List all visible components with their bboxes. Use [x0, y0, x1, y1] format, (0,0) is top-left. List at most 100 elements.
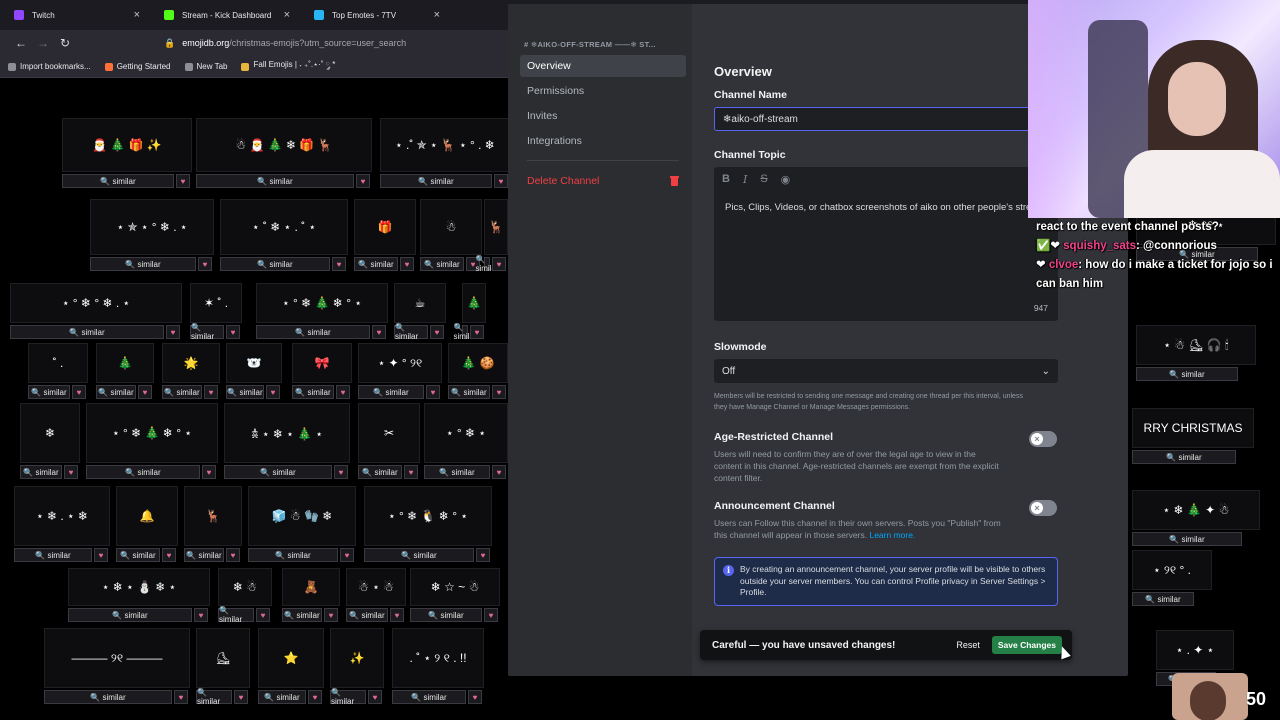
tab-twitch[interactable]: Twitch ×: [0, 0, 150, 30]
favorite-heart-icon[interactable]: ♥: [340, 548, 354, 562]
similar-button[interactable]: 🔍 similar: [424, 465, 490, 479]
emoji-card[interactable]: ⋆ ˚ ❄ ⋆ . ˚ ⋆: [220, 199, 348, 255]
emoji-card[interactable]: ❄ ☆ ~ ☃: [410, 568, 500, 606]
forward-icon[interactable]: →: [32, 36, 54, 50]
similar-button[interactable]: 🔍 similar: [90, 257, 196, 271]
similar-button[interactable]: 🔍 similar: [218, 606, 254, 624]
similar-button[interactable]: 🔍 similar: [475, 255, 498, 273]
emoji-card[interactable]: ⋆ ° ❄ ° ❄ . ⋆: [10, 283, 182, 323]
emoji-card[interactable]: 🌟: [162, 343, 220, 383]
favorite-heart-icon[interactable]: ♥: [334, 465, 348, 479]
emoji-card[interactable]: ☃: [420, 199, 482, 255]
emoji-card[interactable]: 🦌: [184, 486, 242, 546]
similar-button[interactable]: 🔍 similar: [380, 174, 492, 188]
sidebar-item-invites[interactable]: Invites: [520, 105, 686, 127]
similar-button[interactable]: 🔍 similar: [258, 690, 306, 704]
emoji-card[interactable]: 🎄: [462, 283, 486, 323]
emoji-card[interactable]: 🧊 ☃ 🧤 ❄: [248, 486, 356, 546]
italic-icon[interactable]: I: [743, 173, 747, 186]
similar-button[interactable]: 🔍 similar: [116, 548, 160, 562]
favorite-heart-icon[interactable]: ♥: [372, 325, 386, 339]
similar-button[interactable]: 🔍 similar: [226, 385, 264, 399]
similar-button[interactable]: 🔍 similar: [394, 323, 428, 341]
learn-more-link[interactable]: Learn more.: [869, 530, 915, 540]
favorite-heart-icon[interactable]: ♥: [308, 690, 322, 704]
similar-button[interactable]: 🔍 similar: [10, 325, 164, 339]
emoji-card[interactable]: 🎄: [96, 343, 154, 383]
favorite-heart-icon[interactable]: ♥: [324, 608, 338, 622]
sidebar-item-overview[interactable]: Overview: [520, 55, 686, 77]
favorite-heart-icon[interactable]: ♥: [390, 608, 404, 622]
emoji-card[interactable]: ⋆ ° ❄ 🐧 ❄ ° ⋆: [364, 486, 492, 546]
similar-button[interactable]: 🔍 similar: [162, 385, 202, 399]
similar-button[interactable]: 🔍 similar: [448, 385, 490, 399]
emoji-card[interactable]: ✂: [358, 403, 420, 463]
emoji-card[interactable]: 🔔: [116, 486, 178, 546]
emoji-card[interactable]: 🧸: [282, 568, 340, 606]
tab-7tv[interactable]: Top Emotes - 7TV ×: [300, 0, 450, 30]
favorite-heart-icon[interactable]: ♥: [234, 690, 248, 704]
emoji-card[interactable]: ✶ ˚ .: [190, 283, 242, 323]
close-icon[interactable]: ×: [284, 9, 290, 21]
emoji-card[interactable]: ⋆ .˚ ✯ ⋆ 🦌 ⋆ ° . ❄: [380, 118, 510, 172]
emoji-card[interactable]: ☃ ⋆ ☃: [346, 568, 406, 606]
favorite-heart-icon[interactable]: ♥: [332, 257, 346, 271]
emoji-card[interactable]: ⋆ ❄ 🎄 ✦ ☃: [1132, 490, 1260, 530]
similar-button[interactable]: 🔍 similar: [224, 465, 332, 479]
emoji-card[interactable]: ⋆ ✯ ⋆ ° ❄ . ⋆: [90, 199, 214, 255]
emoji-card[interactable]: ✨: [330, 628, 384, 688]
bookmark-item[interactable]: Getting Started: [104, 62, 171, 71]
bookmark-item[interactable]: New Tab: [184, 62, 227, 71]
similar-button[interactable]: 🔍 similar: [410, 608, 482, 622]
favorite-heart-icon[interactable]: ♥: [470, 325, 484, 339]
emoji-card[interactable]: 🦌: [484, 199, 508, 255]
channel-name-input[interactable]: ❄aiko-off-stream: [714, 107, 1054, 131]
favorite-heart-icon[interactable]: ♥: [468, 690, 482, 704]
reset-button[interactable]: Reset: [956, 640, 980, 650]
slowmode-select[interactable]: Off ⌄: [714, 359, 1058, 383]
strikethrough-icon[interactable]: S: [760, 173, 767, 186]
emoji-card[interactable]: 𖠋 ⋆ ❄ ⋆ 🎄 ⋆: [224, 403, 350, 463]
emoji-card[interactable]: ⋆ ° ❄ 🎄 ❄ ° ⋆: [86, 403, 218, 463]
similar-button[interactable]: 🔍 similar: [453, 323, 476, 341]
favorite-heart-icon[interactable]: ♥: [64, 465, 78, 479]
favorite-heart-icon[interactable]: ♥: [138, 385, 152, 399]
emoji-card[interactable]: ❄ ☃: [218, 568, 272, 606]
similar-button[interactable]: 🔍 similar: [1132, 532, 1242, 546]
similar-button[interactable]: 🔍 similar: [358, 465, 402, 479]
similar-button[interactable]: 🔍 similar: [14, 548, 92, 562]
similar-button[interactable]: 🔍 similar: [196, 688, 232, 706]
emoji-card[interactable]: ⋆ ° ❄ 🎄 ❄ ° ⋆: [256, 283, 388, 323]
similar-button[interactable]: 🔍 similar: [364, 548, 474, 562]
favorite-heart-icon[interactable]: ♥: [484, 608, 498, 622]
emoji-card[interactable]: ⋆ ୨୧ ° .: [1132, 550, 1212, 590]
emoji-card[interactable]: 🎀: [292, 343, 352, 383]
favorite-heart-icon[interactable]: ♥: [430, 325, 444, 339]
age-restricted-toggle[interactable]: ×: [1029, 431, 1057, 447]
emoji-card[interactable]: 🎁: [354, 199, 416, 255]
sidebar-item-permissions[interactable]: Permissions: [520, 80, 686, 102]
favorite-heart-icon[interactable]: ♥: [202, 465, 216, 479]
emoji-card[interactable]: RRY CHRISTMAS: [1132, 408, 1254, 448]
emoji-card[interactable]: ⭐: [258, 628, 324, 688]
emoji-card[interactable]: ˚ .: [28, 343, 88, 383]
emoji-card[interactable]: ⋆ ❄ ⋆ ⛄ ❄ ⋆: [68, 568, 210, 606]
similar-button[interactable]: 🔍 similar: [1132, 450, 1236, 464]
emoji-card[interactable]: 🎄 🍪: [448, 343, 508, 383]
favorite-heart-icon[interactable]: ♥: [198, 257, 212, 271]
similar-button[interactable]: 🔍 similar: [330, 688, 366, 706]
similar-button[interactable]: 🔍 similar: [68, 608, 192, 622]
favorite-heart-icon[interactable]: ♥: [266, 385, 280, 399]
similar-button[interactable]: 🔍 similar: [1132, 592, 1194, 606]
similar-button[interactable]: 🔍 similar: [282, 608, 322, 622]
emoji-card[interactable]: ☕: [394, 283, 446, 323]
favorite-heart-icon[interactable]: ♥: [204, 385, 218, 399]
favorite-heart-icon[interactable]: ♥: [162, 548, 176, 562]
similar-button[interactable]: 🔍 similar: [96, 385, 136, 399]
favorite-heart-icon[interactable]: ♥: [72, 385, 86, 399]
similar-button[interactable]: 🔍 similar: [1136, 367, 1238, 381]
announcement-toggle[interactable]: ×: [1029, 500, 1057, 516]
similar-button[interactable]: 🔍 similar: [248, 548, 338, 562]
emoji-card[interactable]: ☃ 🎅 🎄 ❄ 🎁 🦌: [196, 118, 372, 172]
channel-topic-input[interactable]: B I S ◉ Pics, Clips, Videos, or chatbox …: [714, 167, 1058, 321]
